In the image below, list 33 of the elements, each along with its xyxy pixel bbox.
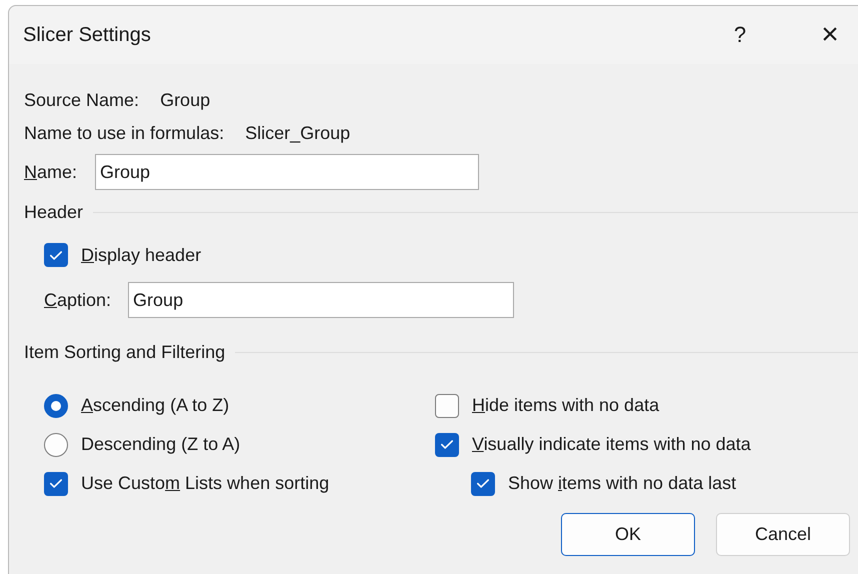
- field-label: Source Name:: [24, 90, 140, 111]
- field-label: Name:: [24, 162, 78, 182]
- check-icon: [50, 479, 62, 488]
- option-label: Ascending (A to Z): [81, 395, 230, 416]
- name-field[interactable]: Group: [95, 154, 480, 190]
- window-title: Slicer Settings: [23, 24, 152, 46]
- checkbox[interactable]: [471, 472, 495, 496]
- field-value: Slicer_Group: [245, 123, 350, 144]
- help-button[interactable]: ?: [717, 22, 763, 48]
- check-icon: [477, 479, 489, 488]
- checkbox[interactable]: [44, 472, 68, 496]
- field-label: Name to use in formulas:: [24, 123, 224, 144]
- field-label: Caption:: [44, 290, 112, 310]
- option-label: Hide items with no data: [472, 395, 660, 416]
- check-icon: [50, 250, 62, 260]
- option-label: Visually indicate items with no data: [472, 434, 751, 455]
- section-title: Header: [24, 202, 84, 222]
- option-label: Descending (Z to A): [81, 434, 240, 455]
- section-title: Item Sorting and Filtering: [24, 342, 226, 362]
- cancel-button[interactable]: Cancel: [716, 513, 850, 556]
- checkbox[interactable]: [435, 432, 459, 456]
- radio-button[interactable]: [44, 394, 68, 418]
- ok-button[interactable]: OK: [561, 513, 695, 556]
- checkbox[interactable]: [435, 394, 459, 418]
- field-value: Group: [160, 90, 210, 111]
- close-button[interactable]: ×: [807, 18, 853, 52]
- option-label: Display header: [81, 244, 202, 266]
- option-label: Show items with no data last: [508, 473, 736, 494]
- option-label: Use Custom Lists when sorting: [81, 473, 330, 494]
- checkbox[interactable]: [44, 243, 68, 267]
- caption-field[interactable]: Group: [128, 282, 514, 318]
- check-icon: [441, 440, 453, 449]
- radio-button[interactable]: [44, 432, 68, 456]
